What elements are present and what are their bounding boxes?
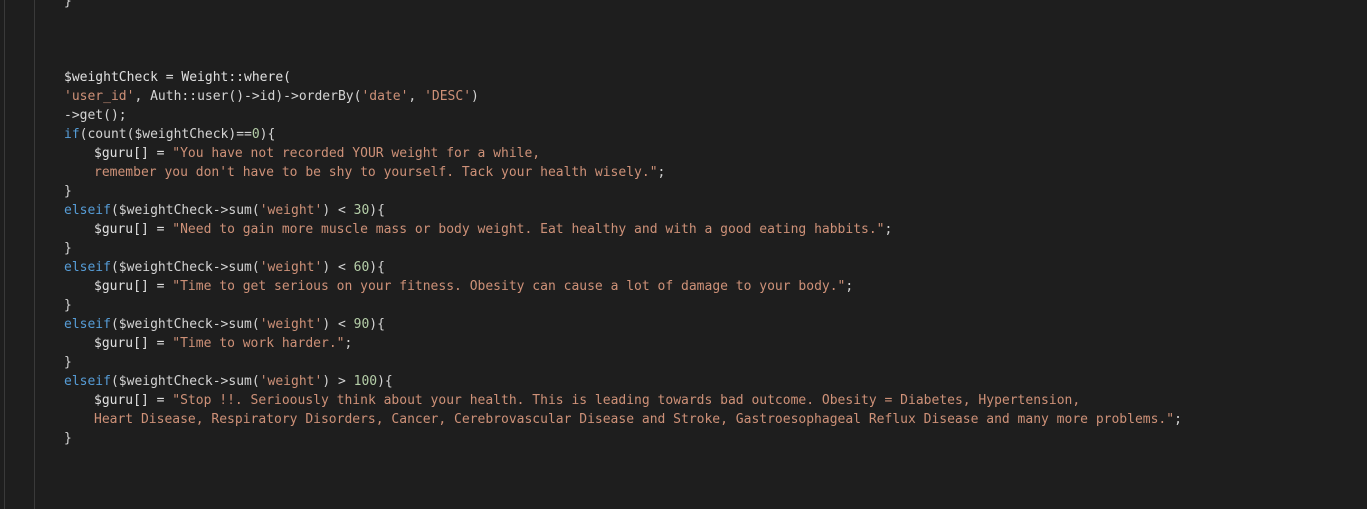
code-line: }: [64, 0, 72, 9]
code-line: }: [64, 241, 72, 256]
code-line: elseif($weightCheck->sum('weight') < 60)…: [64, 260, 385, 275]
code-line: }: [64, 431, 72, 446]
code-line: }: [64, 298, 72, 313]
code-line: $weightCheck = Weight::where(: [64, 70, 291, 85]
code-line: $guru[] = "Time to get serious on your f…: [94, 279, 854, 294]
code-area[interactable]: } $weightCheck = Weight::where( 'user_id…: [0, 0, 1367, 448]
code-line: if(count($weightCheck)==0){: [64, 127, 276, 142]
code-line: $guru[] = "Time to work harder.";: [94, 336, 353, 351]
code-line: 'user_id', Auth::user()->id)->orderBy('d…: [64, 89, 479, 104]
code-editor[interactable]: } $weightCheck = Weight::where( 'user_id…: [0, 0, 1367, 509]
code-line: elseif($weightCheck->sum('weight') < 30)…: [64, 203, 385, 218]
code-line: elseif($weightCheck->sum('weight') > 100…: [64, 374, 393, 389]
code-line: elseif($weightCheck->sum('weight') < 90)…: [64, 317, 385, 332]
code-line: $guru[] = "You have not recorded YOUR we…: [94, 146, 541, 161]
code-line: $guru[] = "Need to gain more muscle mass…: [94, 222, 893, 237]
code-line: }: [64, 355, 72, 370]
code-line: $guru[] = "Stop !!. Serioously think abo…: [94, 393, 1081, 408]
code-line: }: [64, 184, 72, 199]
code-line: ->get();: [64, 108, 127, 123]
code-line: remember you don't have to be shy to you…: [94, 165, 666, 180]
code-line: Heart Disease, Respiratory Disorders, Ca…: [94, 412, 1182, 427]
